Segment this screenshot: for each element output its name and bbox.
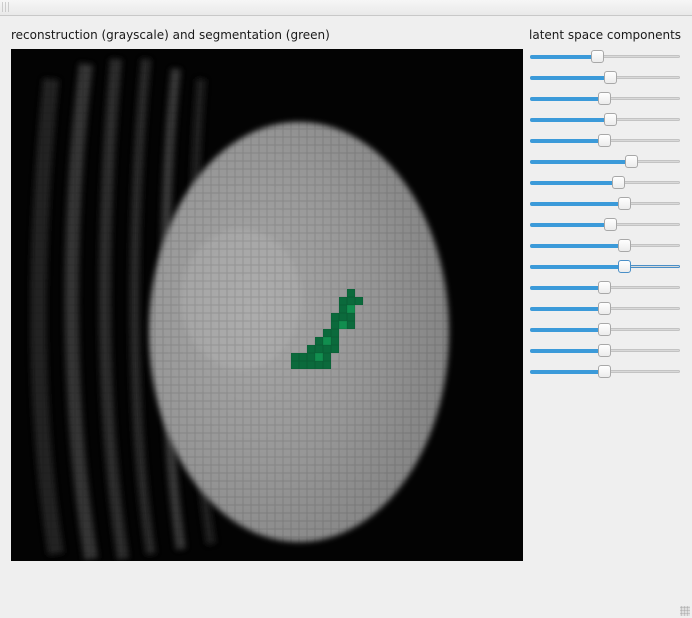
- slider-fill: [530, 349, 605, 353]
- latent-slider-7[interactable]: [530, 172, 680, 193]
- latent-slider-3[interactable]: [530, 88, 680, 109]
- latent-components-label: latent space components: [529, 28, 682, 42]
- slider-handle[interactable]: [598, 323, 611, 336]
- slider-fill: [530, 202, 625, 206]
- slider-fill: [530, 265, 625, 269]
- resize-grip-icon[interactable]: [680, 606, 690, 616]
- slider-fill: [530, 370, 605, 374]
- slider-handle[interactable]: [618, 239, 631, 252]
- drag-grip-icon: [2, 2, 10, 12]
- slider-handle[interactable]: [612, 176, 625, 189]
- slider-handle[interactable]: [591, 50, 604, 63]
- slider-handle[interactable]: [598, 302, 611, 315]
- latent-sliders-panel: [530, 46, 680, 382]
- latent-slider-12[interactable]: [530, 277, 680, 298]
- latent-slider-11[interactable]: [530, 256, 680, 277]
- reconstruction-image: [11, 49, 523, 561]
- reconstruction-canvas: [11, 49, 523, 561]
- slider-fill: [530, 76, 611, 80]
- slider-handle[interactable]: [598, 134, 611, 147]
- slider-fill: [530, 307, 605, 311]
- slider-fill: [530, 286, 605, 290]
- slider-fill: [530, 139, 605, 143]
- slider-fill: [530, 223, 611, 227]
- slider-fill: [530, 328, 605, 332]
- latent-slider-14[interactable]: [530, 319, 680, 340]
- latent-slider-13[interactable]: [530, 298, 680, 319]
- slider-handle[interactable]: [618, 260, 631, 273]
- window-title-bar[interactable]: [0, 0, 692, 16]
- slider-handle[interactable]: [604, 71, 617, 84]
- latent-slider-4[interactable]: [530, 109, 680, 130]
- slider-fill: [530, 97, 605, 101]
- latent-slider-15[interactable]: [530, 340, 680, 361]
- slider-handle[interactable]: [598, 365, 611, 378]
- slider-fill: [530, 244, 625, 248]
- latent-slider-5[interactable]: [530, 130, 680, 151]
- slider-handle[interactable]: [604, 218, 617, 231]
- latent-slider-10[interactable]: [530, 235, 680, 256]
- slider-handle[interactable]: [604, 113, 617, 126]
- latent-slider-16[interactable]: [530, 361, 680, 382]
- slider-handle[interactable]: [598, 344, 611, 357]
- latent-slider-9[interactable]: [530, 214, 680, 235]
- latent-slider-6[interactable]: [530, 151, 680, 172]
- slider-fill: [530, 160, 632, 164]
- latent-slider-1[interactable]: [530, 46, 680, 67]
- slider-handle[interactable]: [625, 155, 638, 168]
- reconstruction-label: reconstruction (grayscale) and segmentat…: [11, 28, 330, 42]
- latent-slider-2[interactable]: [530, 67, 680, 88]
- slider-handle[interactable]: [598, 92, 611, 105]
- slider-handle[interactable]: [618, 197, 631, 210]
- slider-handle[interactable]: [598, 281, 611, 294]
- slider-fill: [530, 181, 619, 185]
- slider-fill: [530, 55, 598, 59]
- slider-fill: [530, 118, 611, 122]
- latent-slider-8[interactable]: [530, 193, 680, 214]
